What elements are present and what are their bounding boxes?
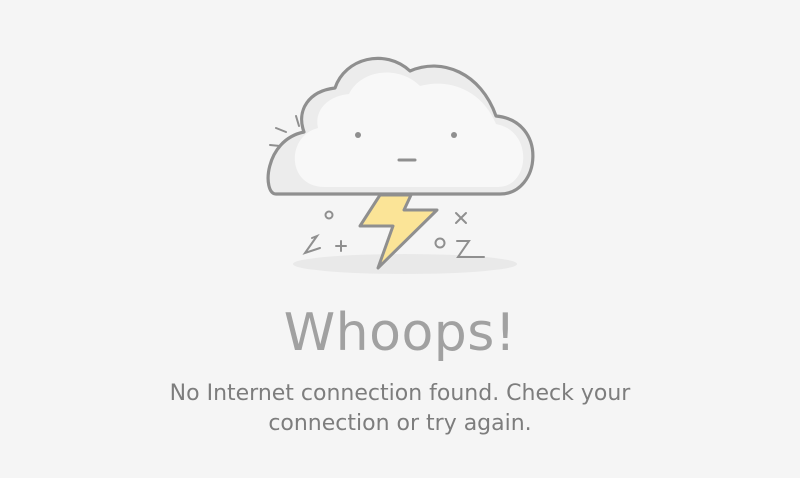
sad-cloud-icon [266,56,535,196]
error-message: No Internet connection found. Check your… [169,381,631,436]
cloud-left-eye [355,132,361,138]
error-title: Whoops! [283,303,517,363]
offline-illustration [266,56,535,274]
cloud-right-eye [451,132,457,138]
offline-error-screen: Whoops! No Internet connection found. Ch… [0,0,800,478]
